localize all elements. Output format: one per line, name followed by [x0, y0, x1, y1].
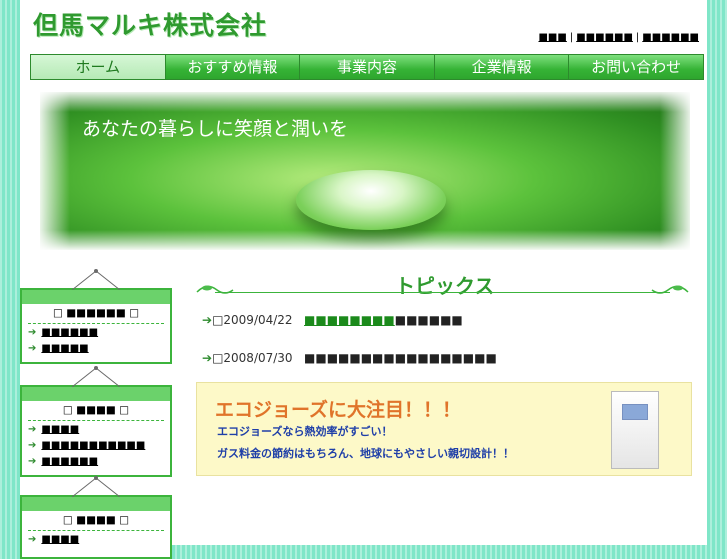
- page: 但馬マルキ株式会社 ■■■ | ■■■■■■ | ■■■■■■ ホーム おすすめ情報 事…: [20, 0, 707, 559]
- nav-home[interactable]: ホーム: [30, 54, 166, 80]
- divider: [28, 420, 164, 421]
- hanger-icon: [72, 476, 120, 497]
- arrow-right-icon: ➔: [202, 351, 213, 365]
- list-item: ➔ ■■■■: [28, 422, 145, 438]
- divider: [215, 292, 670, 293]
- water-drop-image: [296, 170, 446, 230]
- arrow-right-icon: ➔: [28, 343, 37, 354]
- topics-header: トピックス: [195, 268, 690, 300]
- arrow-right-icon: ➔: [28, 440, 37, 451]
- sidebar-link[interactable]: ■■■■■■: [41, 327, 98, 338]
- topic-bullet: □: [212, 313, 224, 327]
- topic-item: ➔□2009/04/22 ■■■■■■■■■■■■■■: [202, 313, 463, 327]
- box-list: ➔ ■■■■: [28, 532, 79, 548]
- box-list: ➔ ■■■■■■ ➔ ■■■■■: [28, 325, 98, 357]
- box-header-bar: [22, 387, 170, 401]
- list-item: ➔ ■■■■: [28, 532, 79, 548]
- nav-recommend[interactable]: おすすめ情報: [164, 54, 301, 80]
- box-header-bar: [22, 497, 170, 511]
- heater-panel: [622, 404, 648, 420]
- hanger-icon: [72, 366, 120, 387]
- banner-line-2: ガス料金の節約はもちろん、地球にもやさしい親切設計！！: [217, 447, 514, 460]
- top-links: ■■■ | ■■■■■■ | ■■■■■■: [538, 32, 699, 43]
- nav-contact[interactable]: お問い合わせ: [568, 54, 704, 80]
- box-list: ➔ ■■■■ ➔ ■■■■■■■■■■■ ➔ ■■■■■■: [28, 422, 145, 470]
- arrow-right-icon: ➔: [28, 327, 37, 338]
- nav-business[interactable]: 事業内容: [299, 54, 435, 80]
- topic-bullet: □: [212, 351, 224, 365]
- leaf-ornament-icon: [196, 285, 234, 294]
- arrow-right-icon: ➔: [28, 534, 37, 545]
- sidebar-link[interactable]: ■■■■■■: [41, 456, 98, 467]
- arrow-right-icon: ➔: [28, 424, 37, 435]
- divider: [28, 323, 164, 324]
- top-link-3[interactable]: ■■■■■■: [642, 32, 699, 43]
- water-heater-image: [611, 391, 659, 469]
- list-item: ➔ ■■■■■: [28, 341, 98, 357]
- hero-tagline: あなたの暮らしに笑顔と潤いを: [82, 118, 349, 140]
- nav-company[interactable]: 企業情報: [433, 54, 570, 80]
- divider: |: [569, 32, 574, 43]
- top-link-2[interactable]: ■■■■■■: [576, 32, 633, 43]
- divider: [28, 530, 164, 531]
- divider: |: [635, 32, 640, 43]
- topic-link[interactable]: ■■■■■■■■: [304, 313, 395, 327]
- sidebar-box: □ ■■■■ □ ➔ ■■■■ ➔ ■■■■■■■■■■■ ➔ ■■■■■■: [20, 366, 172, 477]
- topic-text: ■■■■■■■■■■■■■■■■■: [304, 351, 497, 365]
- sidebar-link[interactable]: ■■■■■: [41, 343, 88, 354]
- box-title: □ ■■■■ □: [62, 404, 130, 416]
- sidebar-link[interactable]: ■■■■■■■■■■■: [41, 440, 145, 451]
- topic-text: ■■■■■■: [394, 313, 463, 327]
- sidebar-link[interactable]: ■■■■: [41, 424, 79, 435]
- topic-item: ➔□2008/07/30 ■■■■■■■■■■■■■■■■■: [202, 351, 497, 365]
- banner-headline: エコジョーズに大注目！！！: [215, 399, 462, 421]
- topic-date: 2008/07/30: [223, 351, 293, 365]
- site-logo[interactable]: 但馬マルキ株式会社: [33, 6, 267, 42]
- ecojoes-banner[interactable]: エコジョーズに大注目！！！ エコジョーズなら熱効率がすごい！ ガス料金の節約はも…: [196, 382, 692, 476]
- hanger-icon: [72, 269, 120, 290]
- topics-title: トピックス: [395, 274, 495, 298]
- box-title: □ ■■■■■■ □: [52, 307, 140, 319]
- arrow-right-icon: ➔: [28, 456, 37, 467]
- box-header-bar: [22, 290, 170, 304]
- leaf-ornament-icon: [651, 285, 689, 294]
- hero-banner: あなたの暮らしに笑顔と潤いを: [40, 92, 690, 250]
- topic-date: 2009/04/22: [223, 313, 293, 327]
- sidebar-link[interactable]: ■■■■: [41, 534, 79, 545]
- sidebar-box: □ ■■■■ □ ➔ ■■■■: [20, 476, 172, 559]
- main-nav: ホーム おすすめ情報 事業内容 企業情報 お問い合わせ: [30, 54, 704, 80]
- sidebar-box: □ ■■■■■■ □ ➔ ■■■■■■ ➔ ■■■■■: [20, 269, 172, 364]
- banner-line-1: エコジョーズなら熱効率がすごい！: [217, 425, 393, 438]
- box-title: □ ■■■■ □: [62, 514, 130, 526]
- top-link-1[interactable]: ■■■: [538, 32, 566, 43]
- list-item: ➔ ■■■■■■: [28, 325, 98, 341]
- list-item: ➔ ■■■■■■■■■■■: [28, 438, 145, 454]
- arrow-right-icon: ➔: [202, 313, 213, 327]
- list-item: ➔ ■■■■■■: [28, 454, 145, 470]
